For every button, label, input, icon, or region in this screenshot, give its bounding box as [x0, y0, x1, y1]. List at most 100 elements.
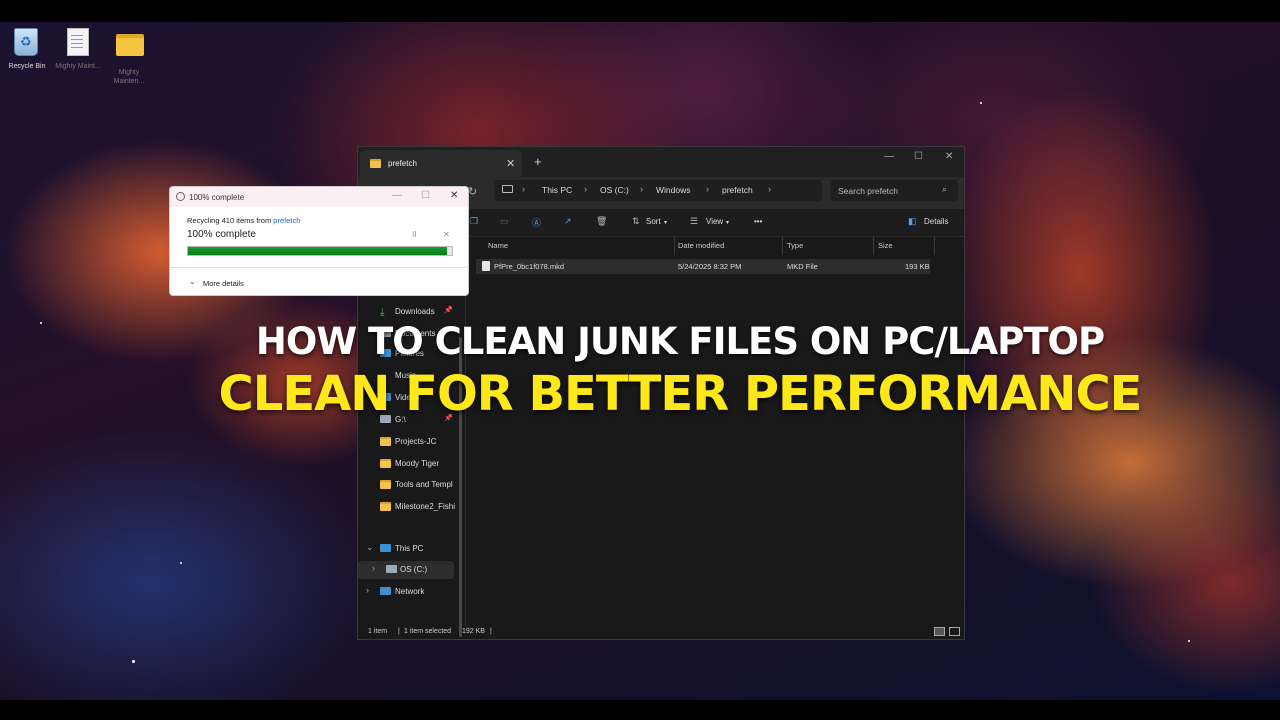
star	[132, 660, 135, 663]
chevron-right-icon: ›	[706, 184, 709, 194]
tab-prefetch[interactable]: prefetch ✕	[360, 150, 522, 177]
chevron-right-icon[interactable]: ›	[366, 585, 369, 595]
clock-icon	[176, 192, 185, 201]
title-bar: prefetch ✕ + — ☐ ✕	[358, 147, 964, 177]
status-divider: |	[398, 628, 400, 635]
desktop-icon-label: Mighty Mainten...	[113, 69, 145, 85]
desktop-icon-label: Recycle Bin	[8, 63, 46, 70]
cancel-button[interactable]: ✕	[443, 230, 450, 239]
column-divider[interactable]	[873, 237, 874, 255]
delete-icon[interactable]: 🗑	[596, 216, 607, 227]
tab-close-icon[interactable]: ✕	[506, 157, 515, 170]
sidebar-item-tools-templates[interactable]: Tools and Templ	[358, 476, 462, 494]
progress-fill	[188, 247, 447, 255]
maximize-button[interactable]: ☐	[914, 151, 923, 162]
paste-icon[interactable]: ▭	[500, 216, 509, 227]
sidebar-item-label: Tools and Templ	[395, 480, 453, 489]
column-size[interactable]: Size	[878, 241, 893, 250]
sidebar-item-milestone2[interactable]: Milestone2_Fishi	[358, 498, 462, 516]
new-tab-button[interactable]: +	[534, 154, 542, 169]
address-bar[interactable]: › This PC › OS (C:) › Windows › prefetch…	[494, 180, 822, 201]
chevron-down-icon: ⌄	[189, 277, 196, 286]
breadcrumb-this-pc[interactable]: This PC	[542, 185, 572, 195]
breadcrumb-windows[interactable]: Windows	[656, 185, 690, 195]
chevron-right-icon: ›	[640, 184, 643, 194]
desktop-icon-recycle-bin[interactable]: Recycle Bin	[2, 28, 52, 71]
sidebar-item-downloads[interactable]: ⤓ Downloads 📌	[358, 303, 462, 321]
file-icon	[482, 261, 490, 271]
sort-button[interactable]: Sort	[646, 217, 661, 226]
search-box[interactable]: Search prefetch ⌕	[830, 180, 958, 201]
breadcrumb-os-c[interactable]: OS (C:)	[600, 185, 629, 195]
sidebar-item-os-c[interactable]: › OS (C:)	[358, 561, 454, 579]
recycle-bin-icon	[14, 28, 38, 56]
tab-label: prefetch	[388, 159, 417, 168]
file-size: 193 KB	[905, 262, 930, 271]
column-divider[interactable]	[934, 237, 935, 255]
share-icon[interactable]: ↗	[564, 216, 572, 227]
chevron-down-icon: ▾	[726, 220, 730, 226]
more-details-toggle[interactable]: ⌄ More details	[170, 267, 468, 295]
details-button[interactable]: Details	[924, 217, 948, 226]
file-type: MKD File	[787, 262, 818, 271]
maximize-button[interactable]: ☐	[421, 190, 430, 201]
letterbox-bottom	[0, 700, 1280, 720]
chevron-down-icon[interactable]: ⌄	[366, 542, 374, 553]
more-options-button[interactable]: •••	[754, 217, 762, 226]
view-icon: ☰	[690, 216, 699, 226]
drive-icon	[386, 565, 397, 573]
chevron-right-icon: ›	[522, 184, 525, 194]
sidebar-item-label: Projects-JC	[395, 437, 437, 446]
letterbox-top	[0, 0, 1280, 22]
progress-dialog: 100% complete — ☐ ✕ Recycling 410 items …	[169, 186, 469, 296]
pause-button[interactable]: II	[412, 230, 416, 239]
search-input[interactable]: Search prefetch	[838, 186, 898, 196]
recycling-status: Recycling 410 items from prefetch	[187, 216, 300, 225]
sidebar-item-this-pc[interactable]: ⌄ This PC	[358, 540, 462, 558]
star	[180, 562, 182, 564]
table-row[interactable]: PfPre_0bc1f078.mkd 5/24/2025 8:32 PM MKD…	[476, 259, 930, 274]
search-icon: ⌕	[942, 184, 948, 194]
sidebar-item-label: Downloads	[395, 307, 435, 316]
more-details-label: More details	[203, 279, 244, 288]
chevron-right-icon[interactable]: ›	[372, 563, 375, 573]
minimize-button[interactable]: —	[884, 151, 894, 162]
status-selected-size: 192 KB	[462, 628, 485, 635]
dialog-title-bar: 100% complete — ☐ ✕	[170, 187, 468, 207]
percent-complete: 100% complete	[187, 229, 256, 240]
close-button[interactable]: ✕	[450, 190, 458, 201]
column-date-modified[interactable]: Date modified	[678, 241, 724, 250]
refresh-icon[interactable]: ↻	[468, 185, 477, 198]
chevron-right-icon: ›	[768, 184, 771, 194]
document-icon	[67, 28, 89, 56]
sidebar-item-label: Network	[395, 587, 425, 596]
status-bar: 1 item | 1 item selected 192 KB |	[358, 625, 964, 639]
headline-line-1: HOW TO CLEAN JUNK FILES ON PC/LAPTOP	[255, 320, 1105, 363]
breadcrumb-prefetch[interactable]: prefetch	[722, 185, 753, 195]
details-view-icon[interactable]	[934, 627, 945, 636]
sidebar-item-label: Milestone2_Fishi	[395, 502, 456, 511]
tiles-view-icon[interactable]	[949, 627, 960, 636]
headline-line-2: CLEAN FOR BETTER PERFORMANCE	[218, 366, 1143, 422]
desktop-icon-document[interactable]: Mighty Maint...	[53, 28, 103, 71]
copy-icon[interactable]: ❐	[470, 216, 478, 227]
rename-icon[interactable]: Ⓐ	[532, 216, 541, 229]
file-name: PfPre_0bc1f078.mkd	[494, 262, 565, 271]
column-name[interactable]: Name	[488, 241, 508, 250]
view-button[interactable]: View	[706, 217, 723, 226]
sidebar-item-projects-jc[interactable]: Projects-JC	[358, 433, 462, 451]
star	[1188, 640, 1190, 642]
download-icon: ⤓	[380, 307, 385, 318]
recycling-source-link[interactable]: prefetch	[273, 216, 300, 225]
desktop-icon-label: Mighty Maint...	[55, 63, 101, 70]
column-headers: Name Date modified Type Size	[482, 237, 935, 255]
close-button[interactable]: ✕	[945, 151, 953, 162]
desktop-icon-folder[interactable]: Mighty Mainten...	[104, 28, 154, 86]
sidebar-item-moody-tiger[interactable]: Moody Tiger	[358, 455, 462, 473]
column-divider[interactable]	[674, 237, 675, 255]
sidebar-item-network[interactable]: › Network	[358, 583, 462, 601]
column-divider[interactable]	[782, 237, 783, 255]
column-type[interactable]: Type	[787, 241, 803, 250]
minimize-button[interactable]: —	[392, 190, 402, 201]
folder-icon	[370, 159, 381, 168]
